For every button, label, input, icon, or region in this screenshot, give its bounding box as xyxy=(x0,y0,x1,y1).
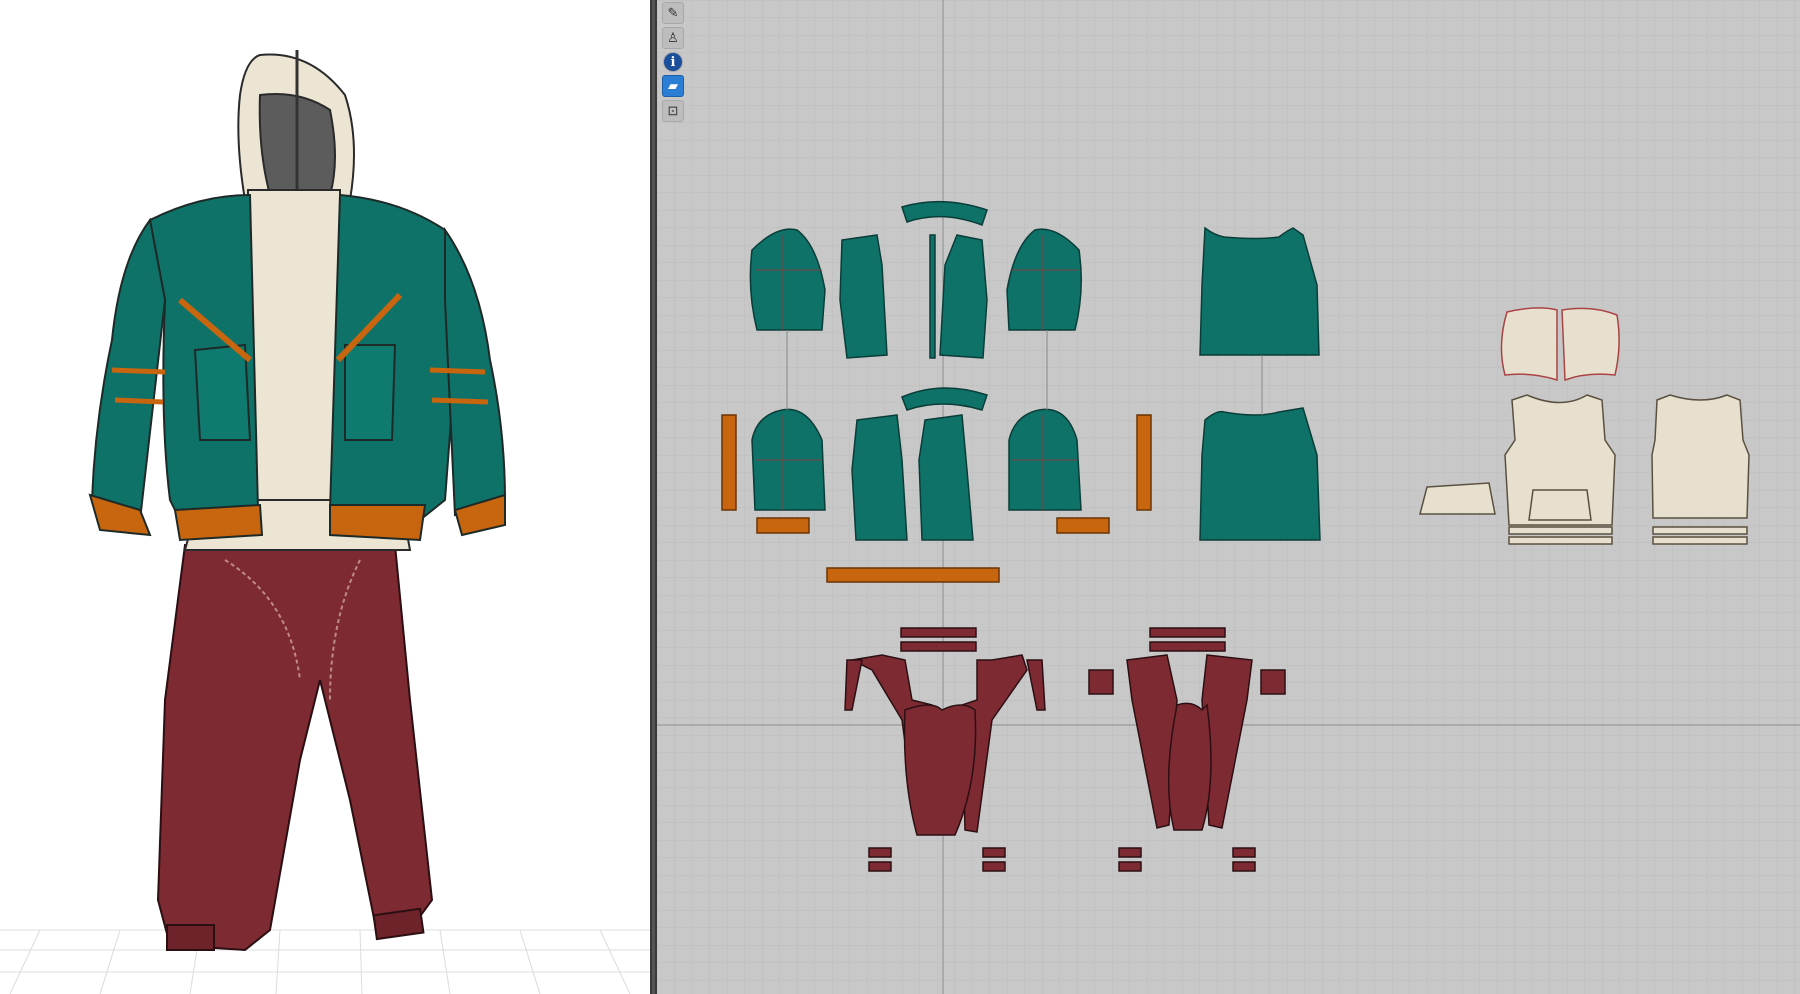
lock-shirt-icon[interactable]: ⊡ xyxy=(662,100,684,122)
3d-viewport[interactable] xyxy=(0,0,650,994)
shirt-icon[interactable]: ♙ xyxy=(662,27,684,49)
3d-garment-render[interactable] xyxy=(0,0,650,994)
floor-grid xyxy=(0,929,650,994)
pen-icon[interactable]: ✎ xyxy=(662,2,684,24)
info-icon[interactable]: i xyxy=(663,52,683,72)
2d-pattern-window[interactable]: ✎ ♙ i ▰ ⊡ xyxy=(657,0,1800,994)
pattern-toolbar: ✎ ♙ i ▰ ⊡ xyxy=(662,0,688,122)
jogger-pants xyxy=(156,544,434,952)
fabric-icon[interactable]: ▰ xyxy=(662,75,684,97)
splitter-grip[interactable] xyxy=(652,0,655,994)
pattern-canvas[interactable] xyxy=(657,0,1800,994)
panel-splitter[interactable] xyxy=(650,0,657,994)
